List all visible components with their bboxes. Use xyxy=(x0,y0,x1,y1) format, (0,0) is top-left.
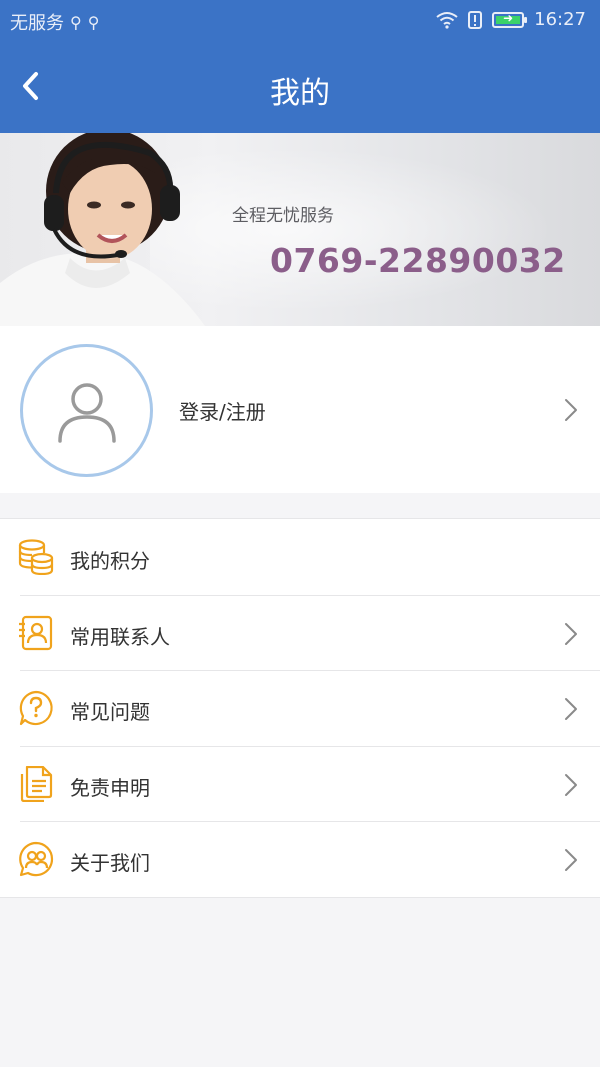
menu-item-label: 关于我们 xyxy=(70,851,150,875)
question-icon xyxy=(19,690,53,726)
page-title: 我的 xyxy=(270,76,330,111)
menu-list: 我的积分 常用联系人 常见问题 免责申明 关于我们 xyxy=(0,518,600,898)
menu-item-faq[interactable]: 常见问题 xyxy=(0,670,600,746)
chevron-right-icon xyxy=(565,773,577,796)
document-icon xyxy=(20,765,53,802)
avatar[interactable] xyxy=(20,344,153,477)
login-register-row[interactable]: 登录/注册 xyxy=(0,326,600,493)
about-us-icon xyxy=(19,841,54,877)
banner-slogan: 全程无忧服务 xyxy=(232,206,334,226)
navigation-bar: 我的 xyxy=(0,42,600,133)
menu-item-contacts[interactable]: 常用联系人 xyxy=(0,594,600,671)
menu-item-label: 常见问题 xyxy=(70,700,150,724)
contact-card-icon xyxy=(19,615,53,650)
service-phone-number[interactable]: 0769-22890032 xyxy=(270,241,566,280)
battery-icon: ➜ xyxy=(492,11,528,28)
carrier-label: 无服务 xyxy=(10,13,64,34)
coins-icon xyxy=(18,539,54,575)
chevron-right-icon xyxy=(565,849,577,871)
sim-alert-icon xyxy=(468,10,483,29)
chevron-right-icon xyxy=(565,698,577,720)
menu-item-about[interactable]: 关于我们 xyxy=(0,821,600,897)
chevron-right-icon xyxy=(565,622,577,645)
chevron-right-icon xyxy=(565,399,577,421)
menu-item-disclaimer[interactable]: 免责申明 xyxy=(0,745,600,822)
usb-icon: ⚲ xyxy=(87,12,100,32)
menu-item-points[interactable]: 我的积分 xyxy=(0,519,600,595)
app-header: 无服务 ⚲ ⚲ ➜ 16:27 我的 xyxy=(0,0,600,133)
customer-service-agent-image xyxy=(0,133,205,326)
wifi-icon xyxy=(436,11,458,29)
user-icon xyxy=(58,383,116,443)
status-bar: 无服务 ⚲ ⚲ ➜ 16:27 xyxy=(0,0,600,42)
usb-icon: ⚲ xyxy=(70,12,82,32)
menu-item-label: 免责申明 xyxy=(70,775,150,800)
clock: 16:27 xyxy=(534,9,586,30)
service-banner[interactable]: 全程无忧服务 0769-22890032 xyxy=(0,133,600,326)
login-register-label: 登录/注册 xyxy=(179,400,266,424)
menu-item-label: 常用联系人 xyxy=(70,624,170,649)
menu-item-label: 我的积分 xyxy=(70,549,150,573)
